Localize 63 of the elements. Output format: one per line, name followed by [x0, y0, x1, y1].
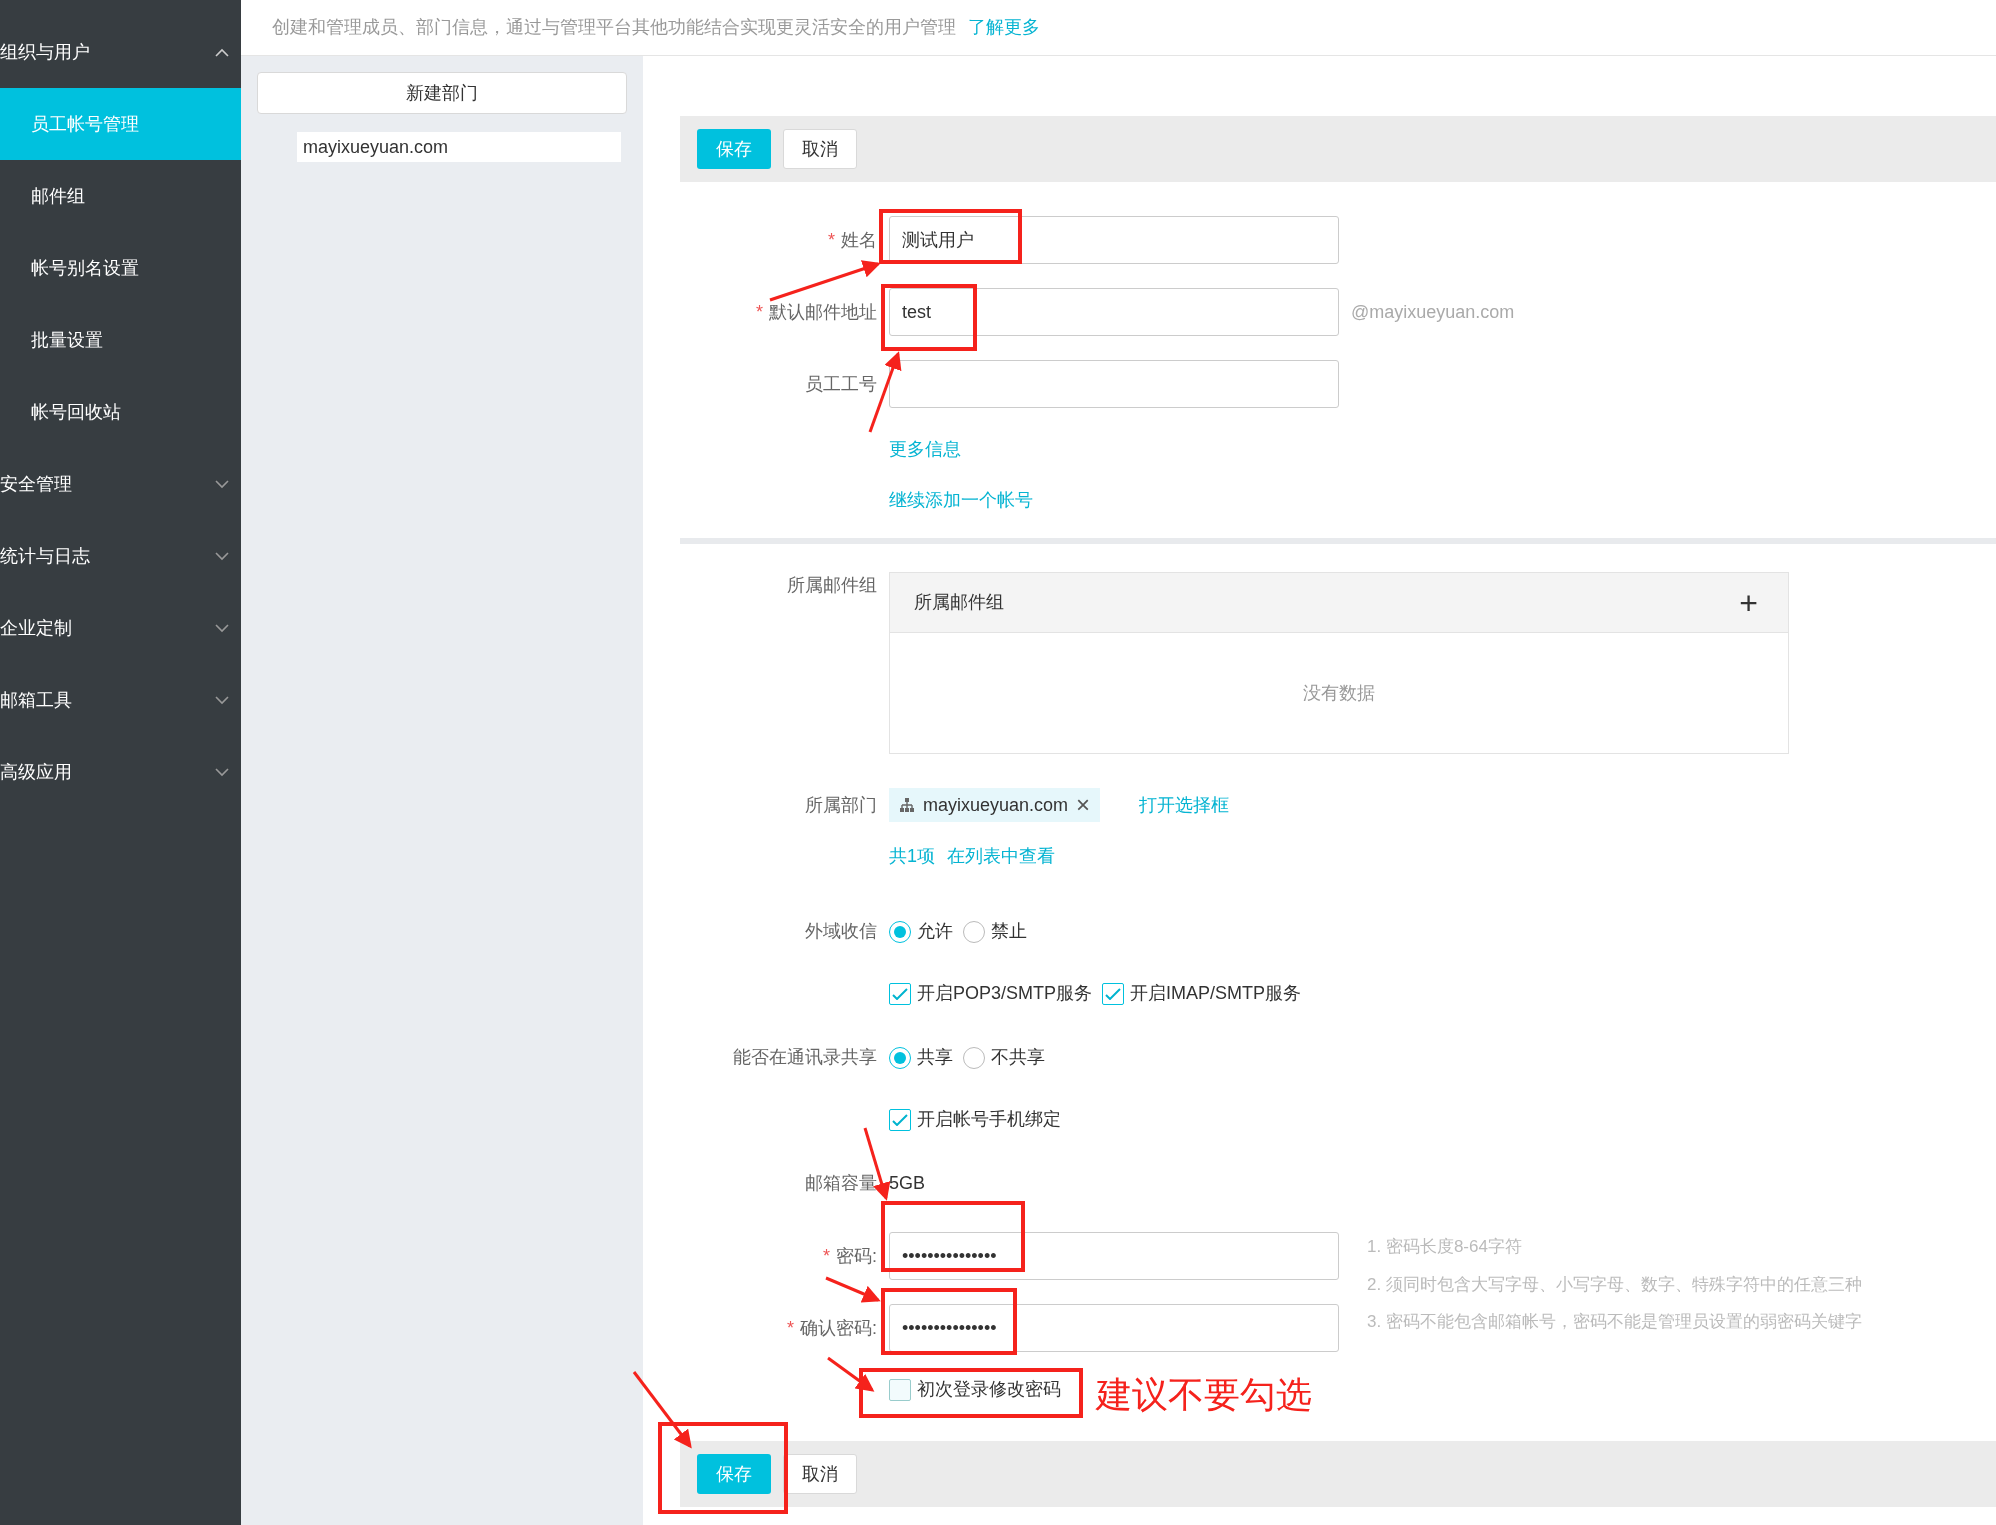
checkbox[interactable]	[889, 1378, 911, 1401]
input-field[interactable]: •••••••••••••••	[889, 1304, 1339, 1352]
input-field[interactable]	[889, 360, 1339, 408]
sidebar-group[interactable]: 统计与日志	[0, 542, 90, 570]
checkbox-label: 开启IMAP/SMTP服务	[1130, 982, 1302, 1005]
option-label: 允许	[917, 920, 953, 943]
field-label: 确认密码:	[800, 1317, 877, 1338]
add-button[interactable]: +	[1733, 585, 1764, 620]
field-label: 姓名	[841, 229, 877, 250]
annotation-arrow	[827, 1356, 875, 1392]
org-chart-icon	[899, 798, 915, 812]
sidebar-group[interactable]: 组织与用户	[0, 38, 90, 66]
checkbox-label: 开启POP3/SMTP服务	[917, 982, 1093, 1005]
empty-text: 没有数据	[1302, 681, 1376, 705]
option-label: 禁止	[991, 920, 1027, 943]
radio-button[interactable]	[889, 920, 911, 943]
sidebar-item[interactable]: 帐号回收站	[0, 376, 241, 448]
description-text: 创建和管理成员、部门信息，通过与管理平台其他功能结合实现更灵活安全的用户管理	[272, 16, 956, 39]
radio-button[interactable]	[963, 1046, 985, 1069]
checkbox[interactable]	[889, 982, 911, 1005]
checkbox[interactable]	[1102, 982, 1125, 1005]
checkbox[interactable]	[889, 1108, 911, 1131]
checkbox-label: 初次登录修改密码	[917, 1378, 1061, 1401]
cancel-button[interactable]: 取消	[783, 1454, 857, 1494]
input-field[interactable]: test	[889, 288, 1339, 336]
radio-button[interactable]	[963, 920, 985, 943]
annotation-arrow	[825, 1276, 881, 1303]
input-field[interactable]: •••••••••••••••	[889, 1232, 1339, 1280]
field-label: 能否在通讯录共享	[732, 1046, 877, 1069]
annotation-text: 建议不要勾选	[1096, 1373, 1312, 1417]
checkbox-label: 开启帐号手机绑定	[917, 1108, 1061, 1131]
password-rule: 3. 密码不能包含邮箱帐号，密码不能是管理员设置的弱密码关键字	[1367, 1311, 1862, 1333]
required-mark: *	[756, 301, 763, 322]
field-label: 所属部门	[804, 793, 877, 817]
field-label: 所属邮件组	[786, 574, 877, 597]
option-label: 共享	[917, 1046, 953, 1069]
required-mark: *	[786, 1317, 794, 1338]
cancel-button[interactable]: 取消	[783, 129, 857, 169]
department-item[interactable]: mayixueyuan.com	[297, 132, 621, 162]
department-name: mayixueyuan.com	[923, 793, 1069, 817]
required-mark: *	[822, 1245, 830, 1266]
sidebar-group[interactable]: 企业定制	[0, 614, 72, 642]
remove-button[interactable]: ×	[1076, 793, 1091, 817]
option-label: 不共享	[991, 1046, 1045, 1069]
input-field[interactable]: 测试用户	[889, 216, 1339, 264]
sidebar-group[interactable]: 邮箱工具	[0, 686, 72, 714]
field-label: 默认邮件地址	[769, 301, 877, 322]
email-domain-text: @mayixueyuan.com	[1351, 300, 1515, 324]
sidebar-item[interactable]: 帐号别名设置	[0, 232, 241, 304]
field-label: 密码:	[836, 1245, 877, 1266]
capacity-value: 5GB	[889, 1172, 926, 1195]
sidebar-item[interactable]: 批量设置	[0, 304, 241, 376]
radio-button[interactable]	[889, 1046, 911, 1069]
sidebar-group[interactable]: 安全管理	[0, 470, 72, 498]
sidebar-group[interactable]: 高级应用	[0, 758, 72, 786]
field-label: 邮箱容量	[804, 1172, 877, 1195]
new-department-button[interactable]: 新建部门	[257, 72, 627, 114]
field-label: 外域收信	[804, 920, 877, 943]
required-mark: *	[828, 229, 835, 250]
password-rule: 1. 密码长度8-64字符	[1367, 1236, 1523, 1258]
sidebar-item[interactable]: 邮件组	[0, 160, 241, 232]
field-label: 员工工号	[804, 372, 877, 396]
panel-title: 所属邮件组	[914, 591, 1004, 614]
